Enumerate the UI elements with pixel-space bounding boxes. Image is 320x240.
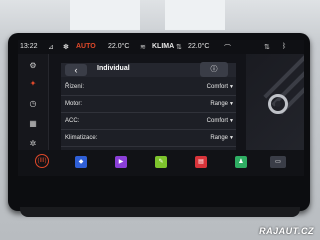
- setting-label: Řízení:: [65, 84, 85, 90]
- car-app-icon[interactable]: ▭: [270, 156, 286, 168]
- airflow-icon[interactable]: ⇅: [176, 43, 182, 51]
- dropdown-caret-icon: ▼: [229, 101, 234, 107]
- fan-icon[interactable]: ✽: [63, 43, 69, 51]
- defrost-icon[interactable]: ≋: [140, 43, 146, 51]
- setting-value: Range: [210, 135, 228, 141]
- dropdown-caret-icon: ▼: [229, 84, 234, 90]
- clock-time: 13:22: [20, 43, 38, 50]
- media-app-icon[interactable]: ▶: [115, 156, 127, 168]
- setting-row-rizeni[interactable]: Řízení: Comfort ▼: [61, 80, 236, 96]
- dropdown-caret-icon: ▼: [229, 118, 234, 124]
- setting-row-motor[interactable]: Motor: Range ▼: [61, 97, 236, 113]
- panel-header: ‹ Individual ⓘ: [61, 62, 236, 77]
- window-light: [165, 0, 225, 30]
- drive-mode-panel: ‹ Individual ⓘ Řízení: Comfort ▼ Motor: …: [61, 62, 236, 151]
- radio-app-icon[interactable]: ▤: [195, 156, 207, 168]
- klima-button[interactable]: KLIMA: [152, 43, 174, 50]
- watermark: RAJAUT.CZ: [259, 226, 314, 236]
- seat-heat-icon[interactable]: ⊿: [48, 43, 54, 51]
- panel-title: Individual: [97, 65, 130, 72]
- infotainment-screen: 13:22 ⊿ ✽ AUTO 22.0°C ≋ KLIMA ⇅ 22.0°C ⌒…: [18, 40, 304, 176]
- home-button[interactable]: (III): [35, 154, 49, 168]
- setting-value: Comfort: [206, 84, 228, 90]
- user-app-icon[interactable]: ♟: [235, 156, 247, 168]
- setting-label: Klimatizace:: [65, 135, 98, 141]
- setting-label: Motor:: [65, 101, 83, 107]
- dropdown-caret-icon: ▼: [229, 135, 234, 141]
- display-base: [20, 207, 300, 217]
- setting-value: Range: [210, 101, 228, 107]
- status-bar: 13:22 ⊿ ✽ AUTO 22.0°C ≋ KLIMA ⇅ 22.0°C ⌒…: [18, 40, 304, 54]
- gear-icon: [268, 94, 288, 114]
- settings-icon[interactable]: ✲: [26, 138, 40, 150]
- drive-mode-graphic: [246, 53, 304, 160]
- setting-value: Comfort: [206, 118, 228, 124]
- seat-icon[interactable]: ▦: [26, 118, 40, 130]
- auto-button[interactable]: AUTO: [76, 43, 96, 50]
- bluetooth-icon: ᛒ: [282, 43, 287, 50]
- steering-icon[interactable]: ✦: [26, 78, 40, 90]
- app-dock: (III) ◆ ▶ ✎ ▤ ♟ ▭: [18, 150, 304, 176]
- info-button[interactable]: ⓘ: [200, 62, 228, 77]
- temp-left[interactable]: 22.0°C: [108, 43, 129, 50]
- clock-icon[interactable]: ◷: [26, 98, 40, 110]
- temp-right[interactable]: 22.0°C: [188, 43, 209, 50]
- car-icon[interactable]: ⚙: [26, 60, 40, 72]
- signal-icon: ⇅: [264, 44, 270, 51]
- window-light: [70, 0, 140, 30]
- setting-row-klimatizace[interactable]: Klimatizace: Range ▼: [61, 131, 236, 147]
- nav-app-icon[interactable]: ◆: [75, 156, 87, 168]
- setting-row-acc[interactable]: ACC: Comfort ▼: [61, 114, 236, 130]
- back-button[interactable]: ‹: [65, 64, 87, 76]
- setting-label: ACC:: [65, 118, 80, 124]
- phone-app-icon[interactable]: ✎: [155, 156, 167, 168]
- rear-heat-icon[interactable]: ⌒: [224, 43, 231, 53]
